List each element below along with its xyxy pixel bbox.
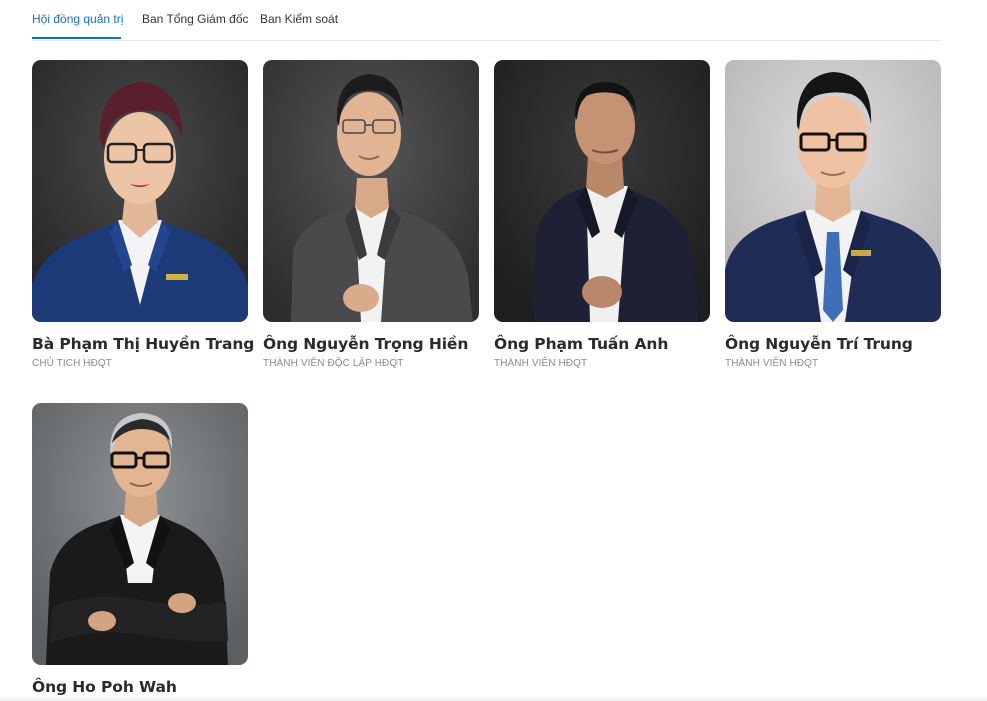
member-card[interactable]: Ông Nguyễn Trí Trung THÀNH VIÊN HĐQT (725, 60, 941, 369)
member-name: Bà Phạm Thị Huyền Trang (32, 335, 255, 353)
tab-supervisory-board[interactable]: Ban Kiểm soát (260, 11, 338, 27)
member-role: CHỦ TỊCH HĐQT (32, 358, 113, 369)
member-card[interactable]: Bà Phạm Thị Huyền Trang CHỦ TỊCH HĐQT (32, 60, 255, 369)
bottom-scroll-fade (0, 695, 987, 701)
member-name: Ông Phạm Tuấn Anh (494, 335, 669, 353)
member-card[interactable]: Ông Nguyễn Trọng Hiền THÀNH VIÊN ĐỘC LẬP… (263, 60, 479, 369)
member-role: THÀNH VIÊN ĐỘC LẬP HĐQT (263, 358, 404, 369)
member-photo[interactable] (32, 403, 248, 665)
member-photo[interactable] (725, 60, 941, 322)
member-photo[interactable] (32, 60, 248, 322)
tab-board-of-directors[interactable]: Hội đồng quản trị (32, 11, 123, 27)
board-members-page: Hội đồng quản trị Ban Tổng Giám đốc Ban … (0, 0, 987, 701)
member-photo[interactable] (494, 60, 710, 322)
member-card[interactable]: Ông Phạm Tuấn Anh THÀNH VIÊN HĐQT (494, 60, 710, 369)
member-name: Ông Nguyễn Trọng Hiền (263, 335, 469, 353)
member-role: THÀNH VIÊN HĐQT (725, 358, 819, 369)
member-card[interactable]: Ông Ho Poh Wah (32, 403, 248, 701)
member-photo[interactable] (263, 60, 479, 322)
tab-executive-board[interactable]: Ban Tổng Giám đốc (142, 11, 249, 27)
tab-bar: Hội đồng quản trị Ban Tổng Giám đốc Ban … (32, 0, 941, 41)
member-name: Ông Ho Poh Wah (32, 678, 177, 696)
member-role: THÀNH VIÊN HĐQT (494, 358, 588, 369)
active-tab-indicator (32, 37, 121, 39)
member-name: Ông Nguyễn Trí Trung (725, 335, 913, 353)
